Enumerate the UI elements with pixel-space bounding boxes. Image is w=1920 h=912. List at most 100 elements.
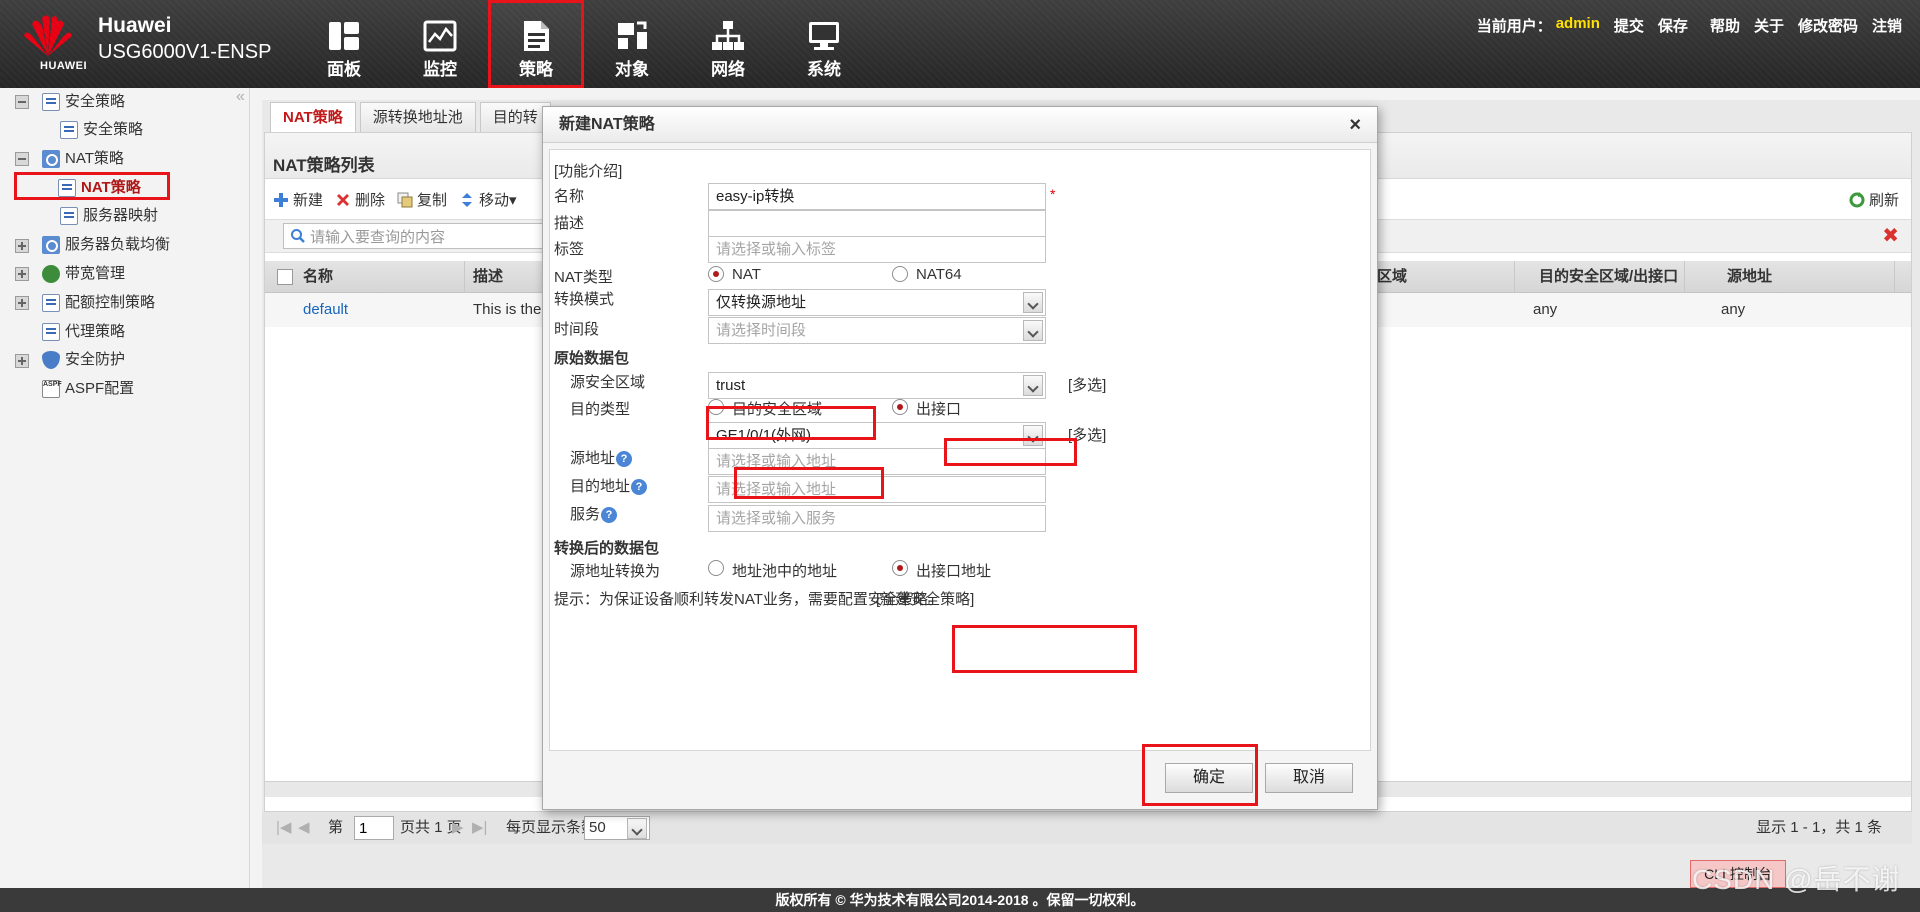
- last-page-icon[interactable]: ▶|: [472, 812, 487, 844]
- chevron-down-icon: [1023, 375, 1043, 396]
- sidebar-item-aspf[interactable]: ASPF ASPF配置: [42, 378, 134, 400]
- interface-multi-select-link[interactable]: [多选]: [1068, 424, 1106, 445]
- pagination-bar: |◀ ◀ 第 页共 1 页 ▶ ▶| 每页显示条数 50 显示 1 - 1，共 …: [262, 812, 1912, 844]
- per-page-select[interactable]: 50: [584, 816, 650, 840]
- page-number-input[interactable]: [354, 816, 394, 840]
- column-header-dst-zone-partial[interactable]: 全区域: [1361, 261, 1515, 293]
- sidebar-item-protection[interactable]: 安全防护: [42, 349, 125, 371]
- next-page-icon[interactable]: ▶: [452, 812, 464, 844]
- sidebar-item-label: 安全策略: [65, 93, 126, 110]
- collapse-sidebar-icon[interactable]: «: [236, 88, 245, 106]
- nav-network[interactable]: 网络: [680, 0, 776, 88]
- column-header-desc[interactable]: 描述: [465, 261, 545, 293]
- change-password-link[interactable]: 修改密码: [1798, 15, 1858, 36]
- nav-dashboard[interactable]: 面板: [296, 0, 392, 88]
- sidebar-item-server-mapping[interactable]: 服务器映射: [60, 205, 158, 227]
- help-icon[interactable]: ?: [631, 479, 648, 496]
- policy-icon: [524, 21, 549, 51]
- ok-button[interactable]: 确定: [1165, 763, 1253, 793]
- nat-type-nat-radio[interactable]: [708, 266, 724, 282]
- chevron-down-icon: [1023, 292, 1043, 313]
- column-header-src-addr[interactable]: 源地址: [1719, 261, 1895, 293]
- dst-addr-field[interactable]: 请选择或输入地址: [708, 476, 1046, 503]
- refresh-button[interactable]: 刷新: [1849, 189, 1899, 210]
- name-field[interactable]: easy-ip转换: [708, 183, 1046, 210]
- add-button[interactable]: 新建: [273, 189, 323, 210]
- close-icon[interactable]: ×: [1349, 107, 1361, 143]
- time-range-select[interactable]: 请选择时间段: [708, 317, 1046, 344]
- tab-source-pool[interactable]: 源转换地址池: [359, 102, 476, 132]
- first-page-icon[interactable]: |◀: [276, 812, 291, 844]
- sidebar-item-quota[interactable]: 配额控制策略: [42, 292, 155, 314]
- egress-interface-select[interactable]: GE1/0/1(外网): [708, 422, 1046, 449]
- row-name-link[interactable]: default: [303, 293, 348, 327]
- column-label: 描述: [473, 268, 504, 285]
- submit-link[interactable]: 提交: [1614, 15, 1644, 36]
- nat-type-nat64-radio[interactable]: [892, 266, 908, 282]
- record-summary: 显示 1 - 1，共 1 条: [1756, 819, 1882, 836]
- top-header: HUAWEI Huawei USG6000V1-ENSP 面板 监控 策略 对象…: [0, 0, 1920, 88]
- copy-button[interactable]: 复制: [397, 189, 447, 210]
- src-zone-multi-select-link[interactable]: [多选]: [1068, 374, 1106, 395]
- tag-label: 标签: [554, 241, 585, 258]
- user-actions: 当前用户： admin 提交 保存 帮助 关于 修改密码 注销: [1477, 15, 1902, 36]
- new-security-policy-link[interactable]: [新建安全策略]: [876, 588, 974, 609]
- sidebar-item-nat-policy[interactable]: NAT策略: [58, 177, 141, 199]
- service-field[interactable]: 请选择或输入服务: [708, 505, 1046, 532]
- nav-object[interactable]: 对象: [584, 0, 680, 88]
- nav-label: 面板: [327, 60, 361, 79]
- select-all-checkbox[interactable]: [277, 269, 293, 285]
- help-icon[interactable]: ?: [616, 451, 633, 468]
- collapse-toggle-icon[interactable]: [15, 95, 29, 109]
- description-field[interactable]: [708, 210, 1046, 237]
- feature-intro-link[interactable]: [功能介绍]: [554, 160, 622, 181]
- collapse-toggle-icon[interactable]: [15, 152, 29, 166]
- save-link[interactable]: 保存: [1658, 15, 1688, 36]
- sidebar-item-proxy[interactable]: 代理策略: [42, 321, 125, 343]
- tab-nat-policy[interactable]: NAT策略: [270, 102, 356, 132]
- mode-select[interactable]: 仅转换源地址: [708, 289, 1046, 316]
- move-button[interactable]: 移动▾: [459, 189, 517, 210]
- logo-wordmark: HUAWEI: [40, 60, 87, 72]
- expand-toggle-icon[interactable]: [15, 296, 29, 310]
- nav-policy[interactable]: 策略: [488, 0, 584, 88]
- sidebar-item-bandwidth[interactable]: 带宽管理: [42, 263, 125, 285]
- sidebar: « 安全策略 安全策略 NAT策略 NAT策略 服务器映射 服务器负载均衡 带宽…: [0, 88, 250, 888]
- dst-type-zone-radio[interactable]: [708, 399, 724, 415]
- src-zone-select[interactable]: trust: [708, 372, 1046, 399]
- sidebar-item-nat-policy-group[interactable]: NAT策略: [42, 148, 124, 170]
- help-link[interactable]: 帮助: [1710, 15, 1740, 36]
- sidebar-item-security-policy[interactable]: 安全策略: [60, 119, 143, 141]
- about-link[interactable]: 关于: [1754, 15, 1784, 36]
- dst-type-iface-radio[interactable]: [892, 399, 908, 415]
- translate-pool-radio[interactable]: [708, 560, 724, 576]
- copy-icon: [397, 192, 413, 207]
- logout-link[interactable]: 注销: [1872, 15, 1902, 36]
- cancel-button[interactable]: 取消: [1265, 763, 1353, 793]
- search-input[interactable]: 请输入要查询的内容: [283, 223, 583, 249]
- src-translate-label: 源地址转换为: [570, 563, 661, 580]
- src-addr-field[interactable]: 请选择或输入地址: [708, 448, 1046, 475]
- tag-field[interactable]: 请选择或输入标签: [708, 236, 1046, 263]
- translate-iface-radio[interactable]: [892, 560, 908, 576]
- sidebar-item-security-policy-group[interactable]: 安全策略: [42, 91, 125, 113]
- column-header-name[interactable]: 名称: [295, 261, 465, 293]
- expand-toggle-icon[interactable]: [15, 267, 29, 281]
- column-header-dst-zone-iface[interactable]: 目的安全区域/出接口: [1531, 261, 1685, 293]
- src-zone-label: 源安全区域: [570, 374, 646, 391]
- model-name: USG6000V1-ENSP: [98, 41, 272, 63]
- chevron-down-icon: [1023, 425, 1043, 446]
- expand-toggle-icon[interactable]: [15, 354, 29, 368]
- help-icon[interactable]: ?: [601, 507, 618, 524]
- sidebar-item-server-lb[interactable]: 服务器负载均衡: [42, 234, 170, 256]
- prev-page-icon[interactable]: ◀: [298, 812, 310, 844]
- expand-toggle-icon[interactable]: [15, 239, 29, 253]
- nav-label: 对象: [615, 60, 649, 79]
- clear-filter-icon[interactable]: ✖: [1882, 226, 1899, 246]
- delete-button[interactable]: 删除: [335, 189, 385, 210]
- required-mark: *: [1050, 186, 1056, 202]
- tab-dest-translation[interactable]: 目的转: [479, 102, 551, 132]
- nav-monitor[interactable]: 监控: [392, 0, 488, 88]
- nav-system[interactable]: 系统: [776, 0, 872, 88]
- mode-label: 转换模式: [554, 291, 615, 308]
